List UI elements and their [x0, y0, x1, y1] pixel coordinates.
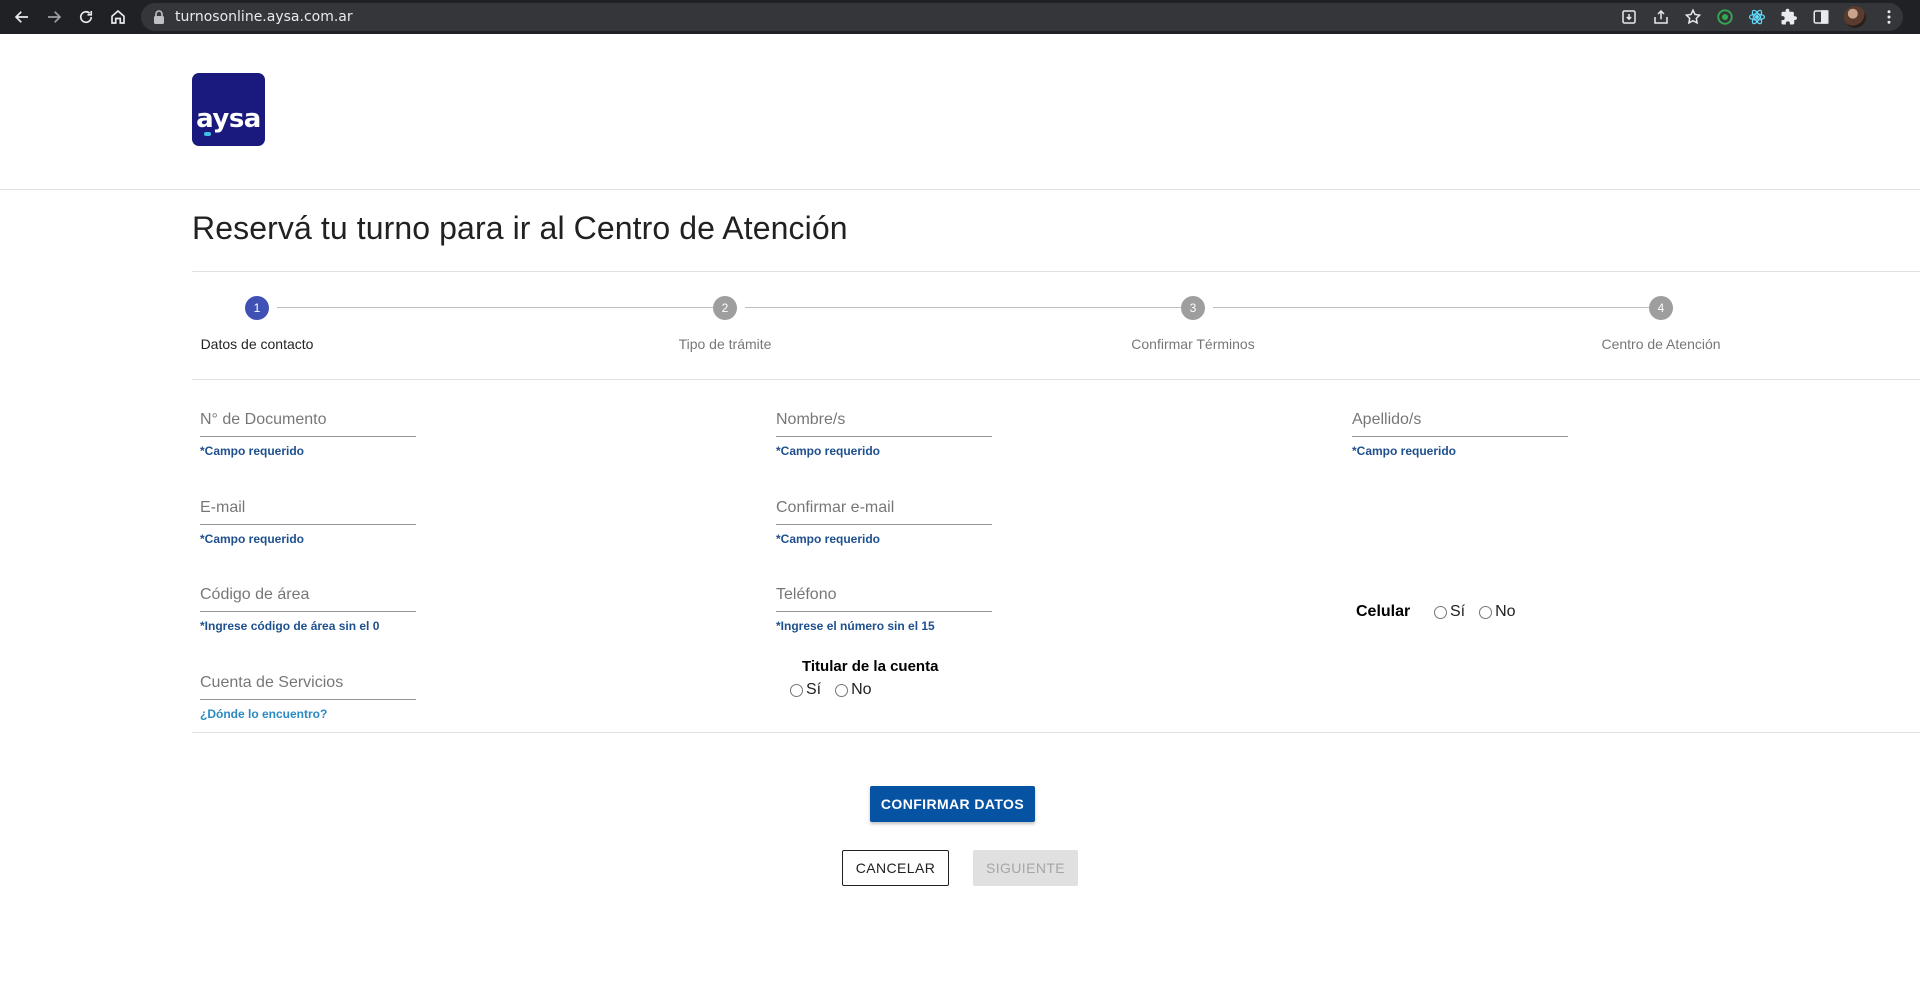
step-connector [1213, 307, 1649, 308]
nombre-hint: *Campo requerido [776, 444, 881, 458]
cancelar-button[interactable]: CANCELAR [842, 850, 949, 886]
celular-no-radio[interactable] [1479, 605, 1493, 619]
input-underline [776, 611, 992, 612]
forward-icon[interactable] [38, 1, 70, 33]
confirmar-datos-button[interactable]: CONFIRMAR DATOS [870, 786, 1035, 822]
stepper-divider [192, 379, 1920, 380]
extension-react-icon[interactable] [1748, 8, 1766, 26]
documento-field[interactable]: N° de Documento [200, 409, 416, 437]
input-underline [200, 436, 416, 437]
documento-input[interactable]: N° de Documento [200, 409, 416, 431]
titular-no-label[interactable]: No [851, 681, 871, 699]
step-2-circle[interactable]: 2 [713, 296, 737, 320]
confirmar-email-hint: *Campo requerido [776, 532, 881, 546]
cuenta-input[interactable]: Cuenta de Servicios [200, 672, 416, 694]
telefono-field[interactable]: Teléfono [776, 584, 992, 612]
celular-si-label[interactable]: Sí [1450, 603, 1465, 621]
apellido-input[interactable]: Apellido/s [1352, 409, 1568, 431]
titular-si-label[interactable]: Sí [806, 681, 821, 699]
step-1-circle[interactable]: 1 [245, 296, 269, 320]
codigo-area-input[interactable]: Código de área [200, 584, 416, 606]
siguiente-button[interactable]: SIGUIENTE [973, 850, 1078, 886]
step-connector [277, 307, 713, 308]
step-4-circle[interactable]: 4 [1649, 296, 1673, 320]
profile-avatar[interactable] [1844, 6, 1866, 28]
step-4-label[interactable]: Centro de Atención [1601, 336, 1720, 352]
telefono-hint: *Ingrese el número sin el 15 [776, 619, 935, 633]
form-divider [192, 732, 1920, 733]
side-panel-icon[interactable] [1812, 8, 1830, 26]
header-divider [0, 189, 1920, 190]
page-content: aysa Reservá tu turno para ir al Centro … [0, 34, 1920, 996]
apellido-hint: *Campo requerido [1352, 444, 1457, 458]
cuenta-field[interactable]: Cuenta de Servicios [200, 672, 416, 700]
documento-hint: *Campo requerido [200, 444, 305, 458]
email-field[interactable]: E-mail [200, 497, 416, 525]
input-underline [1352, 436, 1568, 437]
install-icon[interactable] [1620, 8, 1638, 26]
codigo-area-hint: *Ingrese código de área sin el 0 [200, 619, 380, 633]
extension-green-icon[interactable] [1716, 8, 1734, 26]
codigo-area-field[interactable]: Código de área [200, 584, 416, 612]
extensions-puzzle-icon[interactable] [1780, 8, 1798, 26]
input-underline [200, 611, 416, 612]
titular-si-radio[interactable] [790, 683, 803, 697]
back-icon[interactable] [6, 1, 38, 33]
celular-label: Celular [1356, 603, 1411, 620]
email-input[interactable]: E-mail [200, 497, 416, 519]
share-icon[interactable] [1652, 8, 1670, 26]
bookmark-star-icon[interactable] [1684, 8, 1702, 26]
input-underline [776, 436, 992, 437]
input-underline [776, 524, 992, 525]
step-3-circle[interactable]: 3 [1181, 296, 1205, 320]
apellido-field[interactable]: Apellido/s [1352, 409, 1568, 437]
menu-kebab-icon[interactable] [1880, 8, 1898, 26]
titular-label: Titular de la cuenta [802, 658, 939, 675]
celular-radio-group: Sí No [1434, 603, 1530, 621]
titular-no-radio[interactable] [835, 683, 849, 697]
aysa-logo[interactable]: aysa [192, 73, 265, 146]
telefono-input[interactable]: Teléfono [776, 584, 992, 606]
home-icon[interactable] [102, 1, 134, 33]
confirmar-email-input[interactable]: Confirmar e-mail [776, 497, 992, 519]
page-title: Reservá tu turno para ir al Centro de At… [192, 210, 848, 246]
nombre-input[interactable]: Nombre/s [776, 409, 992, 431]
nombre-field[interactable]: Nombre/s [776, 409, 992, 437]
step-3-label[interactable]: Confirmar Términos [1131, 336, 1254, 352]
browser-toolbar: turnosonline.aysa.com.ar [0, 0, 1920, 34]
step-1-label[interactable]: Datos de contacto [201, 336, 314, 352]
confirmar-email-field[interactable]: Confirmar e-mail [776, 497, 992, 525]
lock-icon[interactable] [153, 10, 165, 24]
title-divider [192, 271, 1920, 272]
url-text[interactable]: turnosonline.aysa.com.ar [175, 9, 353, 25]
email-hint: *Campo requerido [200, 532, 305, 546]
titular-radio-group: Sí No [790, 681, 886, 699]
step-2-label[interactable]: Tipo de trámite [679, 336, 772, 352]
reload-icon[interactable] [70, 1, 102, 33]
step-connector [745, 307, 1181, 308]
celular-si-radio[interactable] [1434, 605, 1447, 619]
celular-no-label[interactable]: No [1495, 603, 1515, 621]
input-underline [200, 699, 416, 700]
logo-text: aysa [196, 104, 261, 134]
input-underline [200, 524, 416, 525]
logo-accent [204, 132, 211, 136]
donde-lo-encuentro-link[interactable]: ¿Dónde lo encuentro? [200, 707, 327, 721]
